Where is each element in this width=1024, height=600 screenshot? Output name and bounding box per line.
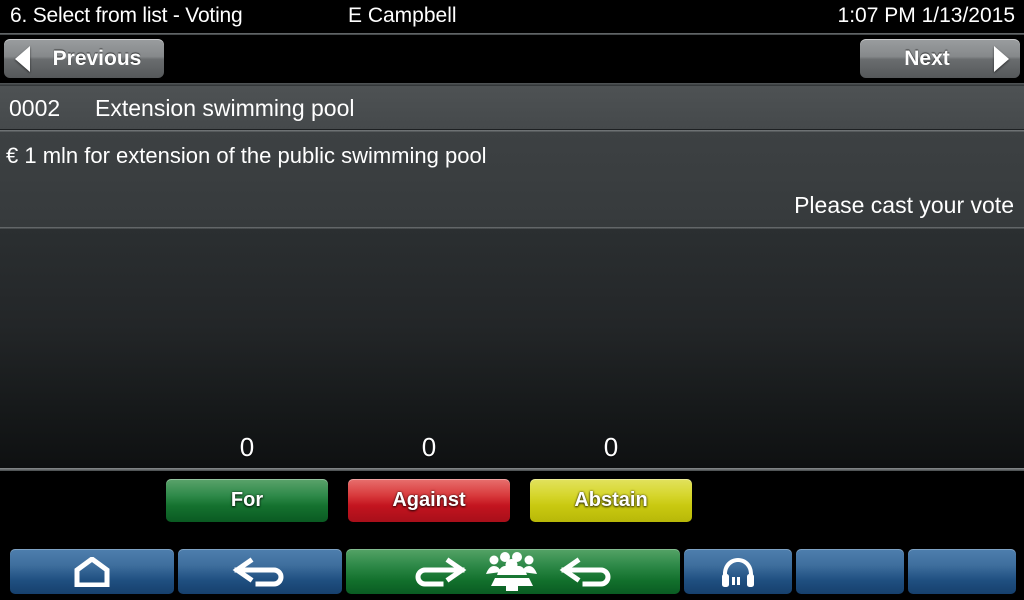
arrow-left-icon bbox=[559, 557, 611, 586]
item-title: Extension swimming pool bbox=[95, 95, 355, 121]
vote-results-chart: 0 0 0 bbox=[0, 229, 1024, 469]
item-description: € 1 mln for extension of the public swim… bbox=[6, 143, 487, 168]
status-bar: 6. Select from list - Voting E Campbell … bbox=[0, 0, 1024, 34]
next-button[interactable]: Next bbox=[860, 39, 1020, 78]
vote-count-abstain: 0 bbox=[603, 432, 619, 462]
vote-against-label: Against bbox=[392, 489, 466, 511]
vote-for-label: For bbox=[230, 489, 264, 511]
vote-abstain-button[interactable]: Abstain bbox=[530, 479, 692, 522]
vote-against-button[interactable]: Against bbox=[348, 479, 510, 522]
clock-datetime: 1:07 PM 1/13/2015 bbox=[837, 4, 1015, 27]
vote-bar-column: 0 bbox=[348, 229, 510, 469]
audience-group-icon bbox=[486, 551, 537, 591]
vote-count-for: 0 bbox=[239, 432, 255, 462]
request-to-speak-button[interactable] bbox=[346, 549, 680, 594]
item-description-panel: € 1 mln for extension of the public swim… bbox=[0, 132, 1024, 228]
headphones-icon bbox=[722, 557, 754, 587]
item-number: 0002 bbox=[9, 95, 61, 121]
vote-button-bar: For Against Abstain bbox=[0, 471, 1024, 543]
user-name: E Campbell bbox=[348, 4, 457, 27]
current-item-header: 0002 Extension swimming pool bbox=[0, 86, 1024, 130]
back-button[interactable] bbox=[178, 549, 342, 594]
arrow-right-icon bbox=[415, 557, 467, 586]
vote-count-against: 0 bbox=[421, 432, 437, 462]
next-button-label: Next bbox=[904, 46, 950, 70]
toolbar-blank-button-2[interactable] bbox=[908, 549, 1016, 594]
voting-screen: 6. Select from list - Voting E Campbell … bbox=[0, 0, 1024, 600]
previous-button[interactable]: Previous bbox=[4, 39, 164, 78]
home-button[interactable] bbox=[10, 549, 174, 594]
audio-channel-button[interactable] bbox=[684, 549, 792, 594]
triangle-right-icon bbox=[994, 45, 1009, 72]
vote-bar-column: 0 bbox=[166, 229, 328, 469]
vote-bars: 0 0 0 bbox=[0, 229, 1024, 469]
vote-prompt: Please cast your vote bbox=[794, 192, 1014, 218]
back-arrow-icon bbox=[232, 557, 284, 586]
vote-abstain-label: Abstain bbox=[574, 489, 648, 511]
vote-bar-column: 0 bbox=[530, 229, 692, 469]
triangle-left-icon bbox=[15, 45, 30, 72]
bottom-toolbar bbox=[0, 543, 1024, 600]
vote-for-button[interactable]: For bbox=[166, 479, 328, 522]
home-icon bbox=[74, 556, 110, 587]
navigation-bar: Previous 0001 New steeple chase tr… 0003… bbox=[0, 35, 1024, 106]
toolbar-blank-button-1[interactable] bbox=[796, 549, 904, 594]
previous-button-label: Previous bbox=[52, 46, 142, 70]
screen-title: 6. Select from list - Voting bbox=[10, 4, 243, 27]
